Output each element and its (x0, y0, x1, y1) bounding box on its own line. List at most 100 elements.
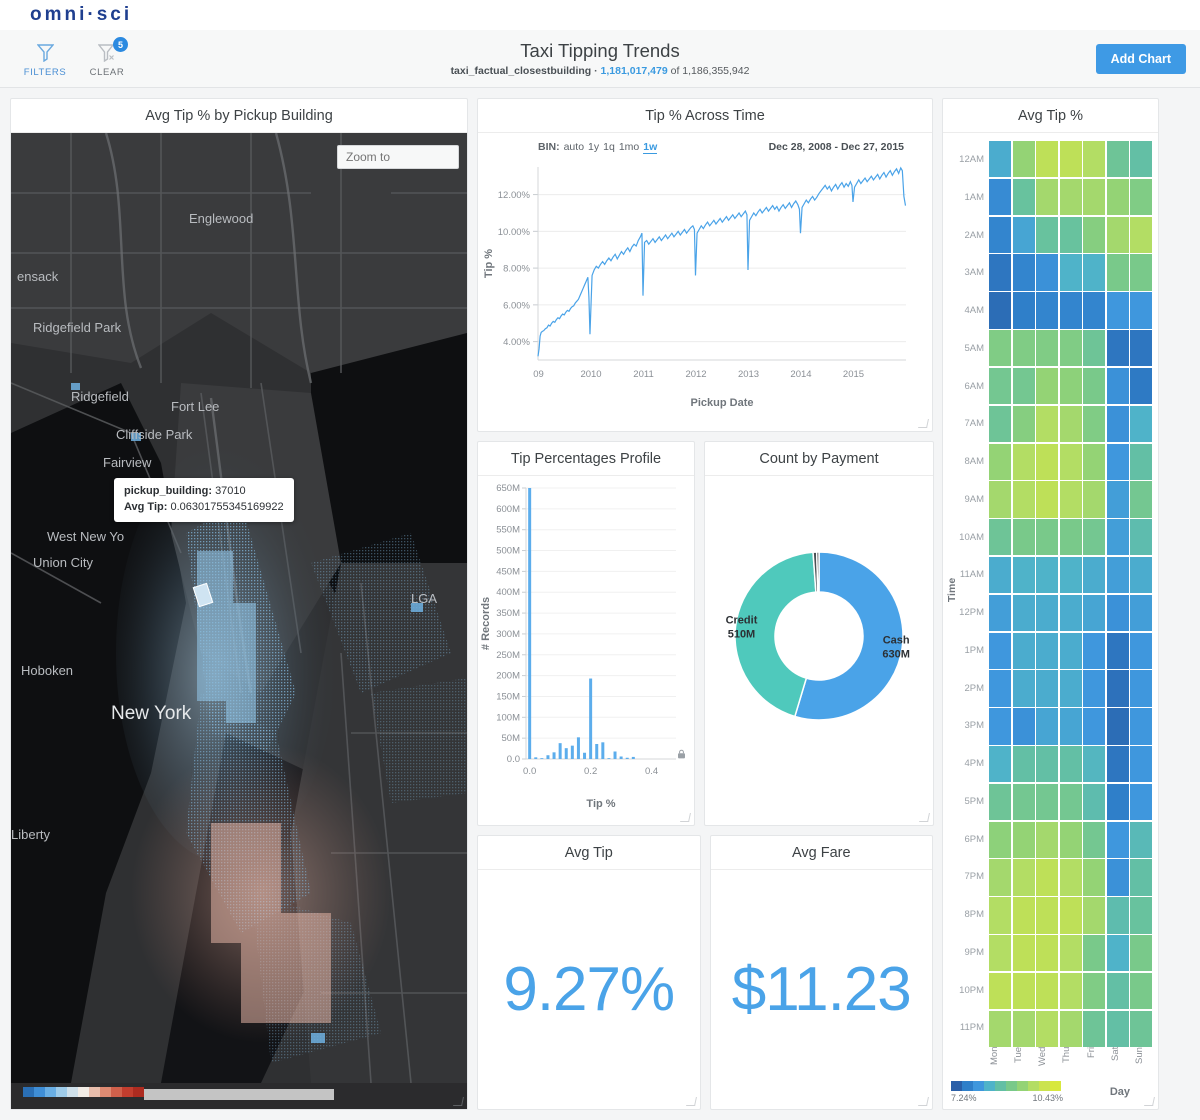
heatmap-cell[interactable] (1012, 783, 1035, 821)
heatmap-cell[interactable] (1106, 670, 1129, 707)
heatmap-grid[interactable] (989, 141, 1152, 1047)
heatmap-cell[interactable] (1130, 556, 1152, 594)
avg-fare-resize-handle[interactable] (919, 1097, 928, 1106)
heatmap-cell[interactable] (1083, 216, 1105, 253)
heatmap-cell[interactable] (1012, 594, 1035, 632)
heatmap-cell[interactable] (1106, 556, 1129, 594)
zoom-to-input[interactable] (337, 145, 459, 169)
heatmap-cell[interactable] (1059, 935, 1082, 972)
heatmap-cell[interactable] (1106, 443, 1129, 480)
heatmap-cell[interactable] (1012, 859, 1035, 896)
heatmap-cell[interactable] (1012, 216, 1035, 253)
heatmap-cell[interactable] (1106, 632, 1129, 669)
heatmap-cell[interactable] (1059, 897, 1082, 934)
heatmap-cell[interactable] (1059, 292, 1082, 329)
heatmap-cell[interactable] (1083, 972, 1105, 1010)
heatmap-cell[interactable] (1083, 708, 1105, 745)
heatmap-cell[interactable] (1036, 292, 1058, 329)
heatmap-cell[interactable] (1106, 972, 1129, 1010)
heatmap-cell[interactable] (1036, 897, 1058, 934)
heatmap-cell[interactable] (1036, 330, 1058, 367)
heatmap-cell[interactable] (1083, 897, 1105, 934)
heatmap-cell[interactable] (1012, 670, 1035, 707)
heatmap-cell[interactable] (1036, 821, 1058, 858)
heatmap-cell[interactable] (1059, 594, 1082, 632)
heatmap-cell[interactable] (1012, 1010, 1035, 1047)
heatmap-cell[interactable] (1130, 405, 1152, 442)
heatmap-cell[interactable] (1106, 367, 1129, 405)
heatmap-cell[interactable] (1036, 670, 1058, 707)
heatmap-cell[interactable] (1036, 935, 1058, 972)
heatmap-cell[interactable] (1012, 178, 1035, 216)
heatmap-cell[interactable] (1130, 292, 1152, 329)
heatmap-cell[interactable] (1130, 1010, 1152, 1047)
heatmap-cell[interactable] (1012, 935, 1035, 972)
bin-option-auto[interactable]: auto (564, 141, 584, 153)
heatmap-cell[interactable] (989, 897, 1011, 934)
heatmap-cell[interactable] (1036, 708, 1058, 745)
donut-chart[interactable]: Cash 630M Credit 510M (705, 476, 933, 821)
heatmap-cell[interactable] (989, 670, 1011, 707)
heatmap-cell[interactable] (1130, 481, 1152, 518)
heatmap-cell[interactable] (1059, 708, 1082, 745)
heatmap-cell[interactable] (1083, 783, 1105, 821)
heatmap-cell[interactable] (989, 632, 1011, 669)
heatmap-cell[interactable] (1059, 216, 1082, 253)
heatmap-cell[interactable] (1130, 859, 1152, 896)
heatmap-cell[interactable] (1130, 972, 1152, 1010)
heatmap-cell[interactable] (1106, 330, 1129, 367)
heatmap-cell[interactable] (1059, 481, 1082, 518)
heatmap-cell[interactable] (989, 746, 1011, 783)
heatmap-cell[interactable] (1083, 670, 1105, 707)
heatmap-cell[interactable] (1012, 141, 1035, 178)
heatmap-cell[interactable] (1130, 519, 1152, 556)
heatmap-cell[interactable] (1059, 972, 1082, 1010)
heatmap-cell[interactable] (1130, 178, 1152, 216)
heatmap-cell[interactable] (1083, 594, 1105, 632)
heatmap-cell[interactable] (1059, 1010, 1082, 1047)
heatmap-cell[interactable] (1036, 519, 1058, 556)
heatmap-cell[interactable] (1059, 670, 1082, 707)
add-chart-button[interactable]: Add Chart (1095, 43, 1186, 74)
heatmap-cell[interactable] (1036, 178, 1058, 216)
heatmap-cell[interactable] (1130, 935, 1152, 972)
heatmap-cell[interactable] (1106, 594, 1129, 632)
heatmap-cell[interactable] (1083, 1010, 1105, 1047)
heatmap-cell[interactable] (1036, 1010, 1058, 1047)
histogram-chart[interactable]: 0.0 50M 100M 150M 200M 250M 300M 350M 400M 450M 50… (478, 476, 694, 821)
heatmap-cell[interactable] (1106, 746, 1129, 783)
heatmap-cell[interactable] (1106, 405, 1129, 442)
heatmap-cell[interactable] (1059, 141, 1082, 178)
heatmap-cell[interactable] (989, 594, 1011, 632)
heatmap-cell[interactable] (1083, 519, 1105, 556)
heatmap-cell[interactable] (989, 141, 1011, 178)
heatmap-cell[interactable] (989, 254, 1011, 291)
heatmap-cell[interactable] (1012, 367, 1035, 405)
heatmap-cell[interactable] (1059, 746, 1082, 783)
heatmap-cell[interactable] (1036, 481, 1058, 518)
avg-tip-resize-handle[interactable] (687, 1097, 696, 1106)
heatmap-cell[interactable] (1130, 632, 1152, 669)
heatmap-cell[interactable] (1106, 1010, 1129, 1047)
heatmap-cell[interactable] (1083, 632, 1105, 669)
heatmap-cell[interactable] (1012, 292, 1035, 329)
heatmap-cell[interactable] (989, 405, 1011, 442)
heatmap-cell[interactable] (1036, 859, 1058, 896)
bin-option-1mo[interactable]: 1mo (619, 141, 639, 153)
heatmap-cell[interactable] (989, 935, 1011, 972)
heatmap-cell[interactable] (1012, 556, 1035, 594)
heatmap-cell[interactable] (1130, 670, 1152, 707)
heatmap-cell[interactable] (989, 178, 1011, 216)
heatmap-cell[interactable] (1106, 254, 1129, 291)
heatmap-cell[interactable] (989, 216, 1011, 253)
heatmap-cell[interactable] (1059, 821, 1082, 858)
map-canvas[interactable]: Englewood ensack Ridgefield Park Fort Le… (11, 133, 467, 1109)
heatmap-cell[interactable] (989, 556, 1011, 594)
heatmap-cell[interactable] (1012, 443, 1035, 480)
heatmap-cell[interactable] (1083, 935, 1105, 972)
heatmap-cell[interactable] (1106, 292, 1129, 329)
heatmap-cell[interactable] (989, 481, 1011, 518)
heatmap-cell[interactable] (1106, 481, 1129, 518)
bin-selector[interactable]: BIN: auto 1y 1q 1mo 1w (538, 141, 658, 154)
filters-button[interactable]: FILTERS (14, 39, 76, 78)
